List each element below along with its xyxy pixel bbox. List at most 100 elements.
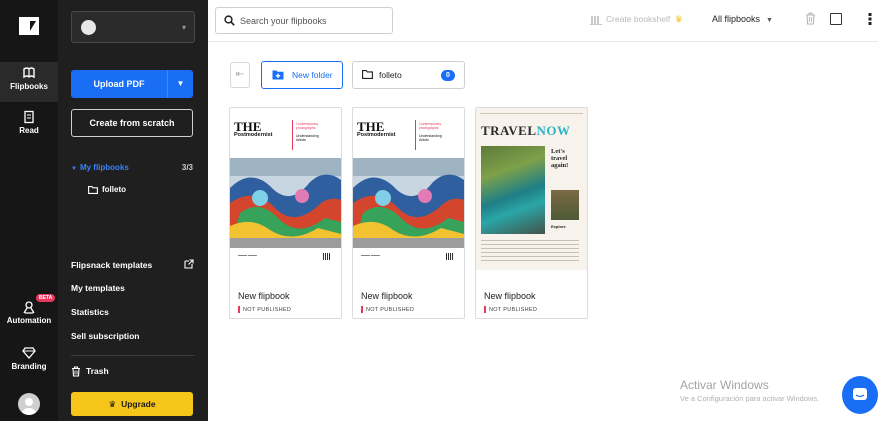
sidebar-divider	[71, 355, 195, 356]
trash-link[interactable]: Trash	[71, 366, 109, 377]
my-flipbooks-item[interactable]: ▼ My flipbooks 3/3	[71, 163, 193, 177]
read-icon	[24, 110, 34, 124]
app: Flipbooks Read BETA Automation Branding …	[0, 0, 878, 421]
statistics-link[interactable]: Statistics	[71, 307, 109, 317]
status-badge: NOT PUBLISHED	[484, 306, 537, 313]
flipbook-title[interactable]: New flipbook	[238, 291, 290, 301]
new-folder-icon	[272, 70, 284, 80]
bookshelf-icon	[590, 15, 602, 25]
upload-pdf-label: Upload PDF	[93, 79, 145, 89]
account-select[interactable]: ▾	[71, 11, 195, 43]
cover-headline-line: travel	[551, 155, 568, 162]
more-icon[interactable]	[868, 13, 872, 25]
cover-rule	[415, 120, 416, 150]
back-button[interactable]: ⇤	[230, 62, 250, 88]
flipbooks-icon	[23, 67, 35, 79]
cover-header-rule	[480, 111, 583, 114]
chat-support-button[interactable]	[842, 376, 878, 414]
status-badge: NOT PUBLISHED	[238, 306, 291, 313]
new-folder-label: New folder	[292, 70, 333, 80]
flipbook-card[interactable]: THE Postmodernist Contemporary photograp…	[229, 107, 342, 319]
cover-text-lines	[481, 240, 579, 264]
rail-item-flipbooks[interactable]: Flipbooks	[0, 62, 58, 102]
cover-subtitle: Postmodernist	[357, 132, 396, 138]
create-bookshelf-button[interactable]: Create bookshelf ♛	[590, 14, 683, 25]
cover-headline-line: Let's	[551, 148, 565, 155]
flipsnack-templates-link[interactable]: Flipsnack templates	[71, 260, 152, 270]
flipbook-card[interactable]: THE Postmodernist Contemporary photograp…	[352, 107, 465, 319]
watermark-title: Activar Windows	[680, 378, 769, 392]
chevron-down-icon: ▼	[766, 17, 773, 24]
my-templates-link[interactable]: My templates	[71, 283, 125, 293]
avatar-icon	[22, 398, 36, 415]
sidebar-folder-folleto[interactable]: folleto	[88, 185, 126, 194]
my-flipbooks-text: My flipbooks	[79, 163, 129, 172]
folder-icon	[88, 185, 98, 194]
watermark-subtitle: Ve a Configuración para activar Windows.	[680, 394, 820, 403]
flipbook-cover[interactable]: TRAVELNOW Let's travel again! Explore	[476, 108, 587, 270]
external-link-icon[interactable]	[184, 259, 194, 269]
account-avatar	[81, 20, 96, 35]
upload-pdf-button[interactable]: Upload PDF ▼	[71, 70, 193, 98]
upgrade-button[interactable]: ♛ Upgrade	[71, 392, 193, 416]
create-from-scratch-button[interactable]: Create from scratch	[71, 109, 193, 137]
new-folder-button[interactable]: New folder	[261, 61, 343, 89]
folder-icon	[362, 70, 373, 79]
status-label: NOT PUBLISHED	[243, 306, 292, 313]
rail-label: Flipbooks	[10, 82, 48, 91]
crown-icon: ♛	[108, 399, 117, 409]
cover-footer: ▬▬▬ ▬▬▬	[361, 253, 380, 257]
sell-subscription-link[interactable]: Sell subscription	[71, 331, 140, 341]
sidebar: ▾ Upload PDF ▼ Create from scratch ▼ My f…	[58, 0, 208, 421]
cover-rule	[292, 120, 293, 150]
flipbook-title[interactable]: New flipbook	[361, 291, 413, 301]
cover-title-part: TRAVEL	[481, 123, 537, 138]
search-box[interactable]	[215, 7, 393, 34]
select-all-checkbox[interactable]	[830, 13, 842, 25]
status-indicator	[484, 306, 486, 313]
status-indicator	[238, 306, 240, 313]
beta-badge: BETA	[36, 294, 56, 302]
cover-subtitle: Postmodernist	[234, 132, 273, 138]
my-flipbooks-count: 3/3	[181, 163, 193, 172]
folder-count-badge: 0	[441, 70, 455, 81]
rail-label: Read	[19, 126, 39, 135]
status-badge: NOT PUBLISHED	[361, 306, 414, 313]
cover-headline-line: again!	[551, 162, 569, 169]
flipsnack-logo-icon[interactable]	[18, 16, 40, 36]
filter-dropdown[interactable]: All flipbooks ▼	[712, 14, 773, 24]
cover-note: Artists	[296, 138, 306, 142]
search-icon	[224, 15, 235, 26]
flipbook-card[interactable]: TRAVELNOW Let's travel again! Explore Ne…	[475, 107, 588, 319]
upload-options-chevron-icon[interactable]: ▼	[167, 70, 193, 98]
user-avatar[interactable]	[18, 393, 40, 415]
folder-label: folleto	[102, 185, 126, 194]
trash-icon[interactable]	[805, 12, 816, 25]
upgrade-label: Upgrade	[121, 399, 156, 409]
cover-footer: ▬▬▬ ▬▬▬	[238, 253, 257, 257]
rail-label: Branding	[11, 362, 47, 371]
chat-icon	[853, 388, 867, 400]
rail-item-automation[interactable]: BETA Automation	[0, 294, 58, 325]
flipbook-cover[interactable]: THE Postmodernist Contemporary photograp…	[230, 108, 341, 270]
trash-label: Trash	[86, 366, 109, 376]
chevron-down-icon: ▾	[181, 23, 186, 32]
search-input[interactable]	[240, 11, 388, 30]
status-label: NOT PUBLISHED	[366, 306, 415, 313]
folder-chip-folleto[interactable]: folleto 0	[352, 61, 465, 89]
rail-item-read[interactable]: Read	[0, 110, 58, 135]
rail-item-branding[interactable]: Branding	[0, 346, 58, 371]
flipbook-cover[interactable]: THE Postmodernist Contemporary photograp…	[353, 108, 464, 270]
flipbook-title[interactable]: New flipbook	[484, 291, 536, 301]
status-indicator	[361, 306, 363, 313]
create-bookshelf-label: Create bookshelf	[606, 14, 671, 24]
left-rail: Flipbooks Read BETA Automation Branding	[0, 0, 58, 421]
barcode-icon	[446, 253, 454, 260]
cover-explore-text: Explore	[551, 224, 566, 229]
cover-thumbnail-image	[551, 190, 579, 220]
graffiti-image	[230, 158, 341, 248]
automation-icon	[23, 301, 35, 314]
status-label: NOT PUBLISHED	[489, 306, 538, 313]
cover-headline: Let's travel again!	[551, 148, 568, 169]
my-flipbooks-label: ▼ My flipbooks	[71, 163, 129, 172]
